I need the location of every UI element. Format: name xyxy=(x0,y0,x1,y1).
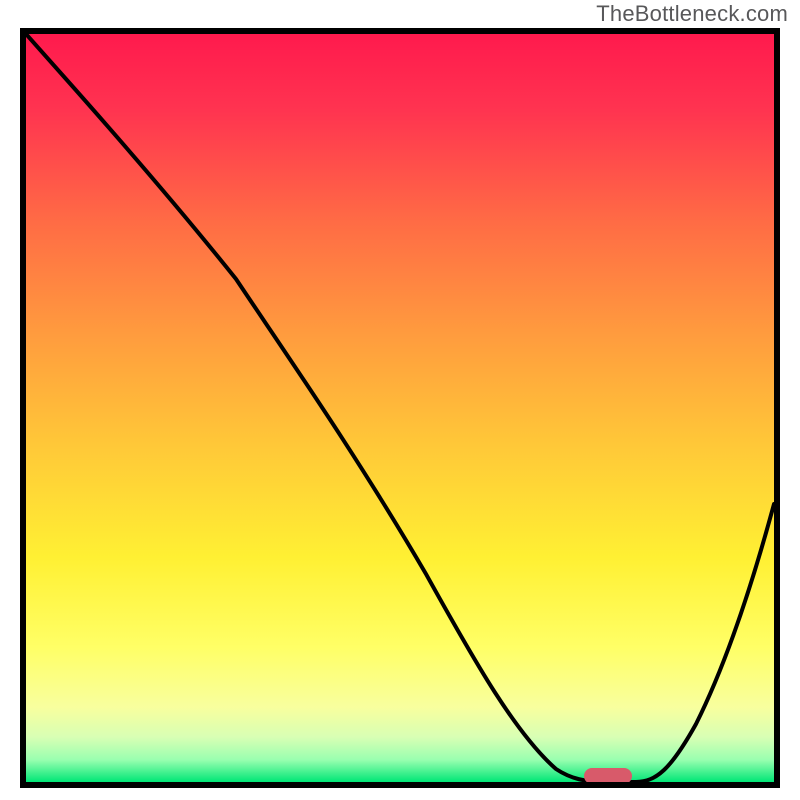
chart-container: TheBottleneck.com xyxy=(0,0,800,800)
watermark-text: TheBottleneck.com xyxy=(596,1,788,27)
plot-area xyxy=(20,28,780,788)
bottleneck-curve xyxy=(26,34,774,782)
optimum-marker xyxy=(584,768,632,784)
